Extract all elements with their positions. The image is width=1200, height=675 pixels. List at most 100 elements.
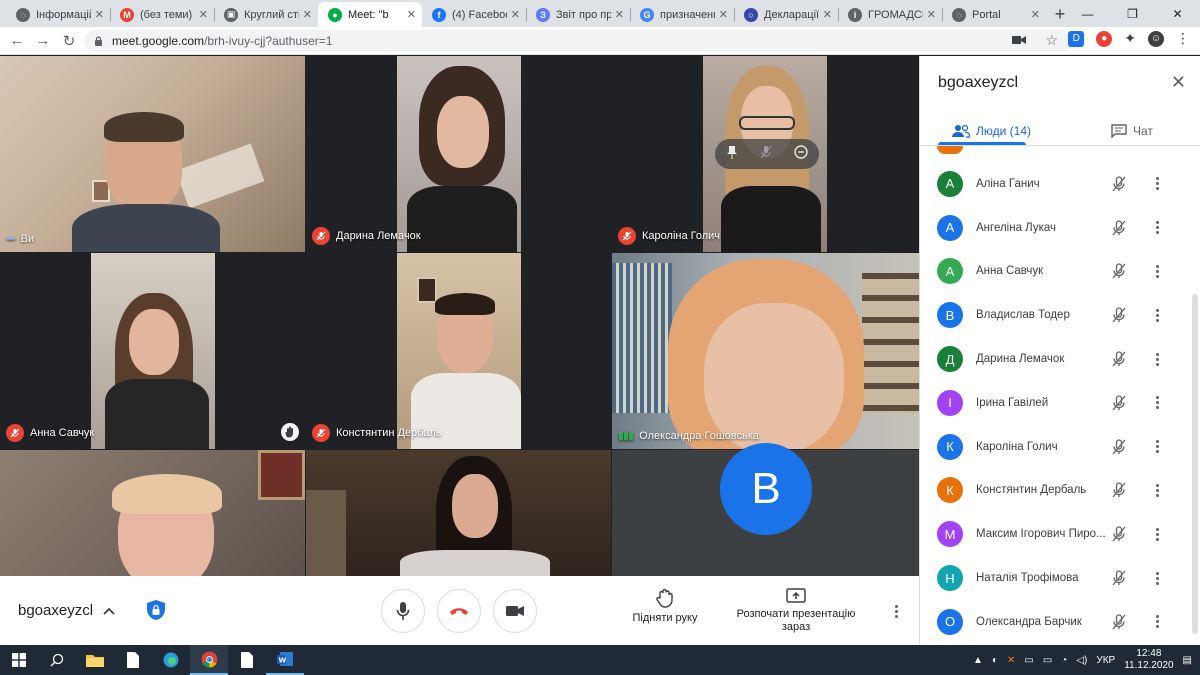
tab-close-icon[interactable]: ✕: [303, 8, 312, 21]
notepad-icon[interactable]: [228, 645, 266, 675]
participant-more-icon[interactable]: [1149, 176, 1165, 192]
participant-list-item[interactable]: Н Наталія Трофімова: [920, 556, 1200, 600]
participant-list-item[interactable]: О Олександра Барчик: [920, 600, 1200, 644]
app-tray-icon[interactable]: ▭: [1024, 655, 1033, 666]
participant-more-icon[interactable]: [1149, 526, 1165, 542]
mic-off-icon[interactable]: [1110, 438, 1128, 456]
mic-off-icon[interactable]: [1110, 481, 1128, 499]
participant-list-item[interactable]: В Владислав Тодер: [920, 293, 1200, 337]
forward-arrow-icon[interactable]: →: [30, 28, 56, 54]
participant-more-icon[interactable]: [1149, 220, 1165, 236]
browser-tab[interactable]: Gпризначенн ✕: [630, 2, 734, 27]
participant-list-item[interactable]: К Кароліна Голич: [920, 425, 1200, 469]
file-explorer-icon[interactable]: [76, 645, 114, 675]
video-tile-self[interactable]: ••• Ви: [0, 56, 305, 252]
chrome-browser-icon[interactable]: [190, 645, 228, 675]
meeting-details-button[interactable]: bgoaxeyzcl: [18, 602, 115, 619]
document-icon[interactable]: [114, 645, 152, 675]
search-icon[interactable]: [38, 645, 76, 675]
participant-list-item[interactable]: А Анна Савчук: [920, 250, 1200, 294]
battery-icon[interactable]: ▭: [1043, 655, 1052, 666]
participant-list-item[interactable]: К Констянтин Дербаль: [920, 469, 1200, 513]
tab-close-icon[interactable]: ✕: [719, 8, 728, 21]
tab-close-icon[interactable]: ✕: [511, 8, 520, 21]
panel-scrollbar[interactable]: [1192, 294, 1198, 634]
microphone-button[interactable]: [381, 589, 425, 633]
extension-icon[interactable]: D: [1068, 30, 1085, 47]
tab-close-icon[interactable]: ✕: [407, 8, 416, 21]
bookmark-star-icon[interactable]: ☆: [1045, 32, 1058, 49]
tab-chat[interactable]: Чат: [1111, 116, 1153, 146]
participant-list-item[interactable]: І Ірина Гавілей: [920, 381, 1200, 425]
participant-more-icon[interactable]: [1149, 439, 1165, 455]
volume-icon[interactable]: ◁): [1076, 655, 1087, 666]
browser-tab[interactable]: f (4) Faceboo ✕: [422, 2, 526, 27]
remove-participant-icon[interactable]: [794, 144, 808, 164]
windows-start-icon[interactable]: [0, 645, 38, 675]
mic-off-icon[interactable]: [1110, 525, 1128, 543]
present-now-button[interactable]: Розпочати презентацію зараз: [734, 588, 858, 634]
tab-close-icon[interactable]: ✕: [199, 8, 208, 21]
reload-icon[interactable]: ↻: [56, 28, 82, 54]
browser-tab[interactable]: i ГРОМАДСЬ ✕: [838, 2, 942, 27]
system-clock[interactable]: 12:48 11.12.2020: [1124, 648, 1173, 672]
mic-off-icon[interactable]: [1110, 262, 1128, 280]
security-shield-icon[interactable]: [145, 599, 167, 621]
browser-tab[interactable]: ○ Декларації ✕: [734, 2, 838, 27]
extension-icon[interactable]: ●: [1096, 30, 1113, 47]
participant-list-item[interactable]: М Максим Ігорович Пиро...: [920, 512, 1200, 556]
participant-more-icon[interactable]: [1149, 395, 1165, 411]
browser-tab[interactable]: M (без теми) - ✕: [110, 2, 214, 27]
mute-participant-icon[interactable]: [760, 145, 772, 164]
tab-close-icon[interactable]: ✕: [95, 8, 104, 21]
tab-close-icon[interactable]: ✕: [823, 8, 832, 21]
participant-more-icon[interactable]: [1149, 482, 1165, 498]
browser-tab[interactable]: ◌ Portal ✕: [942, 2, 1046, 27]
close-icon[interactable]: ✕: [1171, 72, 1186, 93]
video-tile[interactable]: Констянтин Дербаль: [306, 253, 611, 449]
back-arrow-icon[interactable]: ←: [4, 28, 30, 54]
word-icon[interactable]: W: [266, 645, 304, 675]
video-tile[interactable]: Анна Савчук: [0, 253, 305, 449]
mic-off-icon[interactable]: [1110, 613, 1128, 631]
browser-menu-icon[interactable]: ⋮: [1176, 30, 1190, 47]
participant-more-icon[interactable]: [1149, 614, 1165, 630]
participant-list-item[interactable]: А Аліна Ганич: [920, 162, 1200, 206]
mic-off-icon[interactable]: [1110, 350, 1128, 368]
mic-off-icon[interactable]: [1110, 306, 1128, 324]
video-tile[interactable]: [306, 450, 611, 576]
more-options-icon[interactable]: [888, 603, 904, 619]
address-bar[interactable]: meet.google.com/brh-ivuy-cjj?authuser=1 …: [84, 30, 1074, 52]
tab-close-icon[interactable]: ✕: [1031, 8, 1040, 21]
leave-call-button[interactable]: [437, 589, 481, 633]
participant-more-icon[interactable]: [1149, 263, 1165, 279]
pin-icon[interactable]: [726, 145, 738, 164]
edge-browser-icon[interactable]: [152, 645, 190, 675]
minimize-button[interactable]: —: [1065, 0, 1110, 27]
mic-off-icon[interactable]: [1110, 175, 1128, 193]
participant-list-item[interactable]: Д Дарина Лемачок: [920, 337, 1200, 381]
participant-more-icon[interactable]: [1149, 570, 1165, 586]
maximize-button[interactable]: ❐: [1110, 0, 1155, 27]
video-tile[interactable]: ▮▮▮ Олександра Гошовська: [612, 253, 919, 449]
browser-tab[interactable]: ◌ Інформацій ✕: [6, 2, 110, 27]
notifications-icon[interactable]: ▤: [1183, 655, 1192, 666]
input-language[interactable]: УКР: [1096, 655, 1115, 666]
video-tile[interactable]: Дарина Лемачок: [306, 56, 611, 252]
browser-tab[interactable]: ● Meet: "b ✕: [318, 2, 422, 27]
network-icon[interactable]: ◐: [992, 655, 998, 666]
mic-off-icon[interactable]: [1110, 219, 1128, 237]
tab-close-icon[interactable]: ✕: [927, 8, 936, 21]
video-tile[interactable]: [0, 450, 305, 576]
participant-more-icon[interactable]: [1149, 351, 1165, 367]
browser-tab[interactable]: З Звіт про пр ✕: [526, 2, 630, 27]
participant-list-item[interactable]: А Ангеліна Лукач: [920, 206, 1200, 250]
puzzle-icon[interactable]: ✦: [1124, 30, 1136, 47]
mic-off-icon[interactable]: [1110, 569, 1128, 587]
app-tray-icon[interactable]: ✕: [1007, 655, 1015, 666]
profile-avatar-icon[interactable]: ☺: [1148, 30, 1164, 47]
wifi-icon[interactable]: ◔: [1061, 655, 1067, 666]
mic-off-icon[interactable]: [1110, 394, 1128, 412]
browser-tab[interactable]: ▣ Круглий сті ✕: [214, 2, 318, 27]
raise-hand-button[interactable]: Підняти руку: [630, 588, 700, 625]
